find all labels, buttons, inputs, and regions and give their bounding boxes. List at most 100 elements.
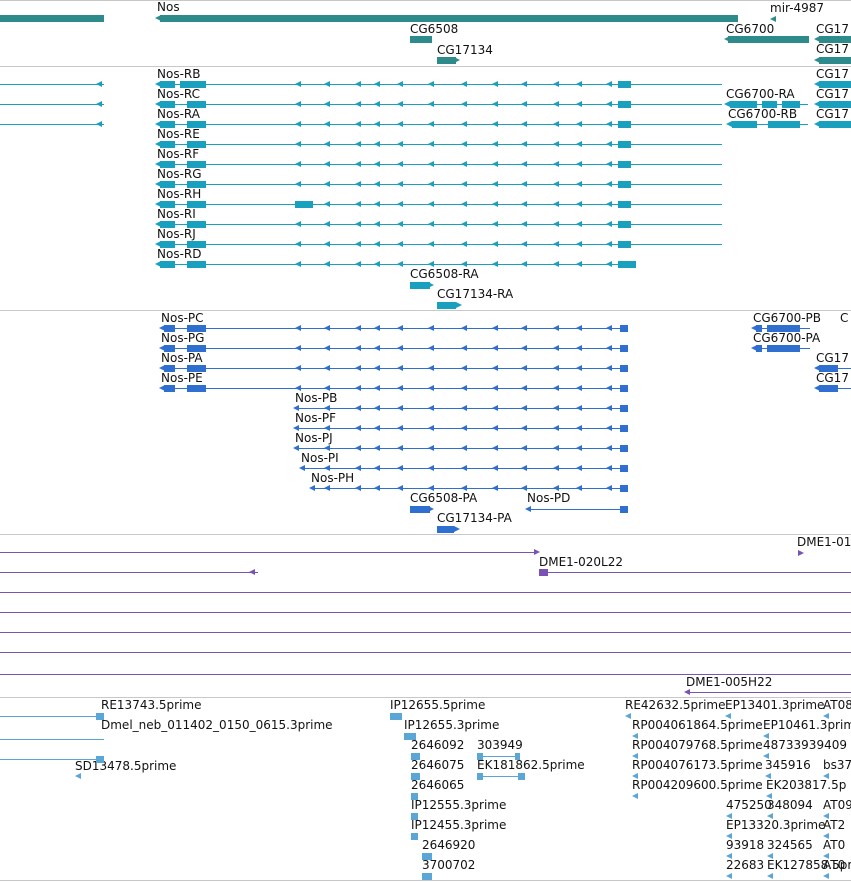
est-marker[interactable] [823,873,829,879]
refseq-label-nos[interactable]: Nos-PF [295,412,336,425]
est-marker[interactable] [726,873,732,879]
refseq-label-cg17[interactable]: CG17 [816,352,849,365]
est-label[interactable]: AT0 [823,859,845,872]
transcript-label-cg6508[interactable]: CG6508-RA [410,268,479,281]
refseq-label-nos[interactable]: Nos-PB [295,392,337,405]
refseq-label-c[interactable]: C [840,312,848,325]
est-label[interactable]: EK181862.5prime [477,759,585,772]
refseq-label-nos[interactable]: Nos-PA [161,352,203,365]
transcript-feature-nos[interactable] [155,141,722,148]
est-label[interactable]: IP12655.5prime [390,699,485,712]
refseq-label-cg17[interactable]: CG17 [816,372,849,385]
refseq-feature-nos-pd[interactable] [525,506,628,513]
transcript-label-nos[interactable]: Nos-RJ [157,228,196,241]
gene-feature-left[interactable] [0,15,104,22]
est-feature[interactable] [0,736,104,743]
est-label[interactable]: 345916 [765,759,811,772]
bac-clone-feature[interactable] [0,549,540,556]
gene-label-cg17134[interactable]: CG17134 [437,44,493,57]
gene-label-mir-4987[interactable]: mir-4987 [770,2,824,15]
refseq-label-cg6700-pa[interactable]: CG6700-PA [753,332,820,345]
est-label[interactable]: AT2 [823,819,845,832]
est-label[interactable]: RE13743.5prime [101,699,202,712]
transcript-feature-nos[interactable] [155,181,722,188]
gene-label-cg6508[interactable]: CG6508 [410,23,458,36]
bac-clone-feature[interactable] [0,649,851,656]
bac-label-dme1-020l22[interactable]: DME1-020L22 [539,556,623,569]
est-label[interactable]: RP004076173.5prime [632,759,763,772]
refseq-feature-cg17[interactable] [814,385,851,392]
refseq-feature-cg17134[interactable] [437,526,460,533]
transcript-label-cg17[interactable]: CG17 [816,88,849,101]
est-label[interactable]: 348094 [767,799,813,812]
bac-label-dme1-01[interactable]: DME1-01 [797,536,851,549]
bac-clone-marker[interactable] [798,550,804,556]
est-feature[interactable] [0,713,104,720]
gene-feature-cg6700[interactable] [724,36,809,43]
est-marker[interactable] [75,773,81,779]
est-label[interactable]: AT0 [823,839,845,852]
est-label[interactable]: 2646065 [411,779,464,792]
refseq-feature-nos[interactable] [293,445,628,452]
est-marker[interactable] [625,713,631,719]
est-label[interactable]: 3700702 [422,859,475,872]
transcript-feature-nos[interactable] [155,101,722,108]
transcript-label-nos[interactable]: Nos-RB [157,68,200,81]
gene-feature-cg6508[interactable] [410,36,432,43]
refseq-feature-nos[interactable] [159,385,628,392]
transcript-feature-cg17134[interactable] [437,302,462,309]
est-label[interactable]: AT09 [823,799,851,812]
refseq-label-nos-ph[interactable]: Nos-PH [311,472,354,485]
bac-clone-feature[interactable] [0,629,851,636]
transcript-left-partial[interactable] [0,101,104,108]
refseq-label-nos[interactable]: Nos-PC [161,312,204,325]
refseq-feature-nos[interactable] [293,405,628,412]
transcript-label-cg17134[interactable]: CG17134-RA [437,288,513,301]
est-label[interactable]: 22683 [726,859,764,872]
bac-label-dme1-005h22[interactable]: DME1-005H22 [686,676,772,689]
transcript-label-nos[interactable]: Nos-RA [157,108,200,121]
refseq-label-cg17134[interactable]: CG17134-PA [437,512,512,525]
refseq-feature-nos[interactable] [159,325,628,332]
gene-label-cg17-a[interactable]: CG17 [816,23,849,36]
transcript-feature-nos[interactable] [155,261,636,268]
bac-clone-end-marker[interactable] [249,569,255,575]
transcript-feature-nos[interactable] [155,221,722,228]
gene-feature-nos[interactable] [155,15,738,22]
refseq-label-cg6508[interactable]: CG6508-PA [410,492,477,505]
refseq-feature-nos[interactable] [159,345,628,352]
transcript-label-cg6700-rb[interactable]: CG6700-RB [728,108,797,121]
transcript-left-partial[interactable] [0,121,104,128]
est-label[interactable]: RP004079768.5prime [632,739,763,752]
est-label[interactable]: Dmel_neb_011402_0150_0615.3prime [101,719,333,732]
transcript-left-partial[interactable] [0,81,104,88]
transcript-label-nos[interactable]: Nos-RE [157,128,200,141]
est-label[interactable]: AT08 [823,699,851,712]
est-label[interactable]: EK203817.5p [766,779,846,792]
transcript-feature-nos[interactable] [155,121,722,128]
transcript-feature-cg6700-rb[interactable] [726,121,808,128]
bac-clone-feature-020l22[interactable] [539,569,851,576]
est-label[interactable]: EP13320.3prime [726,819,825,832]
est-label[interactable]: IP12655.3prime [404,719,499,732]
transcript-feature-nos[interactable] [155,201,722,208]
est-label[interactable]: 2646092 [411,739,464,752]
bac-clone-feature[interactable] [0,609,851,616]
bac-clone-feature[interactable] [0,569,258,576]
transcript-label-nos[interactable]: Nos-RD [157,248,201,261]
gene-feature-cg17134[interactable] [437,57,460,64]
refseq-feature-cg6700-pa[interactable] [751,345,810,352]
gene-label-cg6700[interactable]: CG6700 [726,23,774,36]
est-label[interactable]: 93918 [726,839,764,852]
est-label[interactable]: EP13401.3prime [725,699,824,712]
est-label[interactable]: 303949 [477,739,523,752]
transcript-label-nos[interactable]: Nos-RF [157,148,199,161]
refseq-label-nos[interactable]: Nos-PG [161,332,204,345]
transcript-label-nos[interactable]: Nos-RG [157,168,202,181]
est-label[interactable]: 2646075 [411,759,464,772]
est-label[interactable]: 48733939409 [763,739,847,752]
est-label[interactable]: 324565 [767,839,813,852]
transcript-label-nos[interactable]: Nos-RC [157,88,200,101]
refseq-label-nos[interactable]: Nos-PJ [295,432,333,445]
est-label[interactable]: RE42632.5prime [625,699,726,712]
